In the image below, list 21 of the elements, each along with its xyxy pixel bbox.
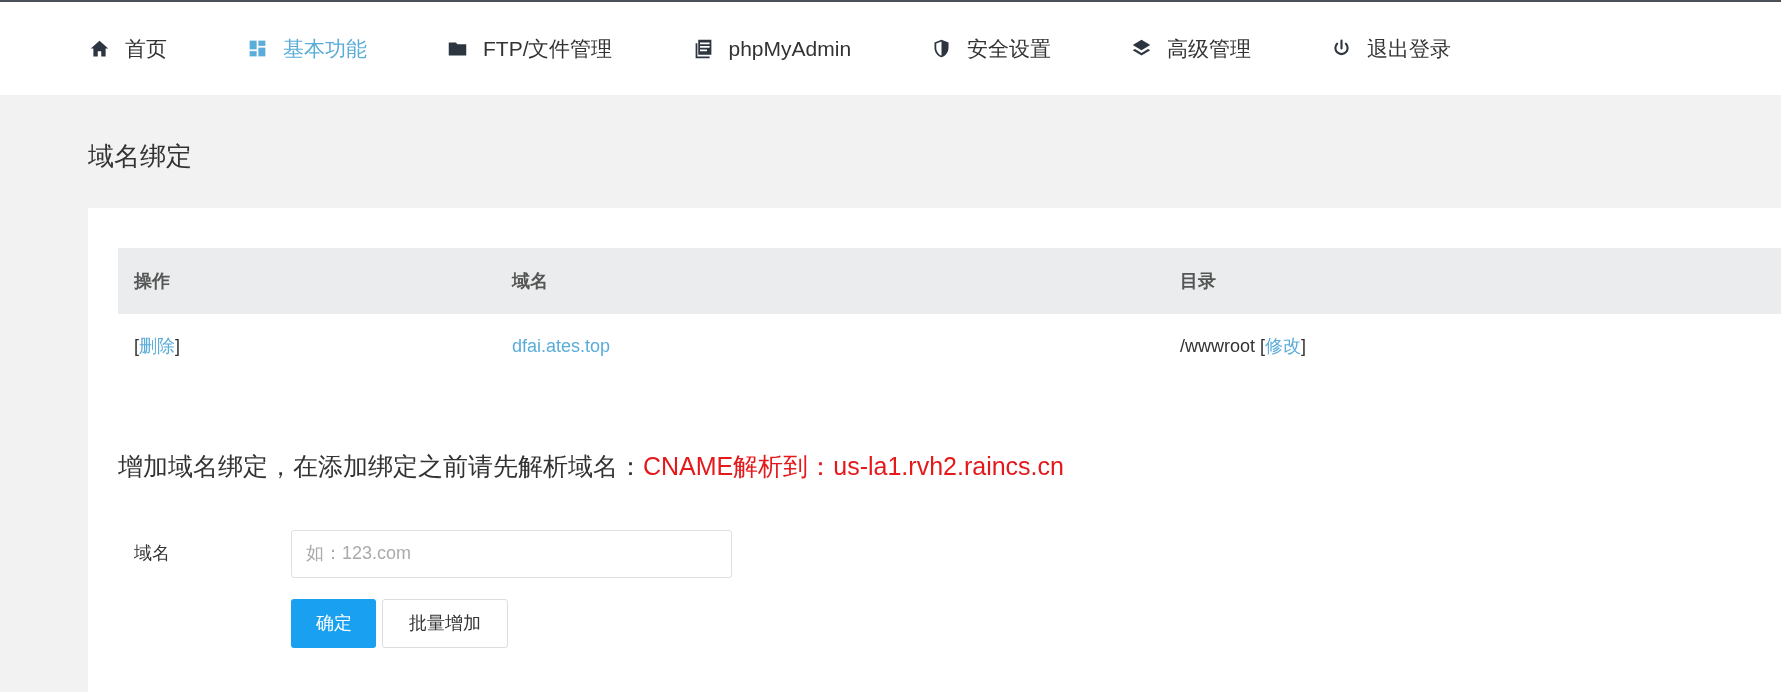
directory-text: /wwwroot: [1180, 335, 1255, 356]
bracket-text: [: [134, 335, 139, 356]
bracket-text: ]: [1301, 335, 1307, 356]
column-header: 操作: [118, 248, 496, 314]
bracket-text: ]: [175, 335, 181, 356]
column-header: 域名: [496, 248, 1164, 314]
nav-item[interactable]: 高级管理: [1131, 32, 1252, 65]
nav-item[interactable]: 退出登录: [1331, 32, 1452, 65]
column-header: 目录: [1164, 248, 1781, 314]
nav-item[interactable]: phpMyAdmin: [692, 32, 852, 65]
nav-item[interactable]: 首页: [89, 32, 167, 65]
field-label: 域名: [133, 542, 171, 565]
grid-icon: [247, 38, 268, 59]
domain-input-field[interactable]: 如：123.com: [291, 529, 732, 578]
nav-item[interactable]: 安全设置: [931, 32, 1052, 65]
notice-text: 增加域名绑定，在添加绑定之前请先解析域名：CNAME解析到：us-la1.rvh2.raincs.cn: [118, 451, 1065, 482]
bracket-text: [: [1260, 335, 1266, 356]
nav-item[interactable]: FTP/文件管理: [447, 32, 613, 65]
page-title: 域名绑定: [88, 140, 193, 173]
batch-add-button[interactable]: 批量增加: [382, 598, 508, 648]
home-icon: [89, 38, 110, 59]
